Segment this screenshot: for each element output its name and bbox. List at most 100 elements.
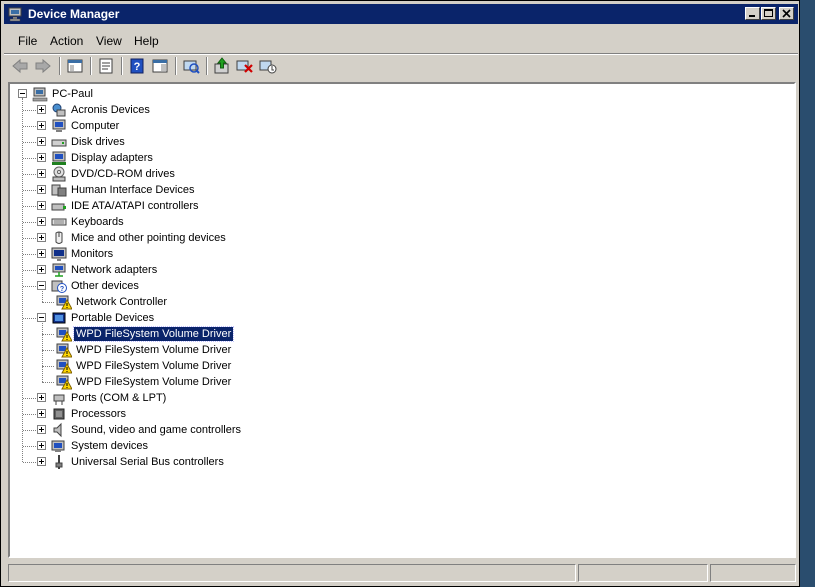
tree-category-label: Acronis Devices bbox=[71, 104, 150, 116]
update-driver-button[interactable] bbox=[212, 56, 232, 76]
toolbar: ? bbox=[4, 54, 798, 80]
processor-icon bbox=[51, 406, 67, 422]
mouse-icon bbox=[51, 230, 67, 246]
expand-toggle[interactable] bbox=[37, 457, 46, 466]
status-bar bbox=[4, 562, 798, 584]
warning-device-icon bbox=[56, 342, 73, 358]
toolbar-divider bbox=[90, 57, 92, 75]
expand-toggle[interactable] bbox=[37, 217, 46, 226]
computer-root-icon bbox=[32, 86, 48, 102]
tree-category-label: Mice and other pointing devices bbox=[71, 232, 226, 244]
tree-category-label: Network adapters bbox=[71, 264, 158, 276]
tree-root-label: PC-Paul bbox=[52, 88, 93, 100]
tree-connector-line bbox=[23, 414, 36, 416]
uninstall-icon bbox=[236, 60, 253, 73]
action-pane-icon bbox=[152, 59, 168, 73]
tree-connector-line bbox=[23, 222, 36, 224]
window-title: Device Manager bbox=[28, 7, 120, 21]
menu-view[interactable]: View bbox=[96, 34, 122, 48]
tree-category-label: Human Interface Devices bbox=[71, 184, 195, 196]
warning-device-icon bbox=[56, 294, 73, 310]
tree-connector-line bbox=[23, 254, 36, 256]
scan-hardware-changes-button[interactable] bbox=[181, 56, 201, 76]
expand-toggle[interactable] bbox=[37, 233, 46, 242]
svg-text:?: ? bbox=[60, 286, 64, 293]
sound-icon bbox=[51, 422, 67, 438]
collapse-toggle[interactable] bbox=[37, 281, 46, 290]
minimize-button[interactable] bbox=[745, 7, 760, 20]
tree-category-label: Portable Devices bbox=[71, 312, 155, 324]
update-driver-icon bbox=[214, 57, 229, 74]
tree-category-label: Computer bbox=[71, 120, 120, 132]
tree-connector-line bbox=[23, 206, 36, 208]
tree-category-label: Ports (COM & LPT) bbox=[71, 392, 167, 404]
menu-action[interactable]: Action bbox=[50, 34, 83, 48]
status-pane-3 bbox=[710, 564, 796, 582]
expand-toggle[interactable] bbox=[37, 409, 46, 418]
expand-toggle[interactable] bbox=[37, 425, 46, 434]
computer-icon bbox=[51, 118, 67, 134]
expand-toggle[interactable] bbox=[37, 153, 46, 162]
menu-file[interactable]: File bbox=[18, 34, 37, 48]
uninstall-device-button[interactable] bbox=[235, 56, 255, 76]
help-icon: ? bbox=[130, 58, 144, 74]
tree-connector-line bbox=[42, 382, 54, 384]
show-hide-console-tree-button[interactable] bbox=[65, 56, 85, 76]
back-arrow-icon bbox=[12, 58, 28, 74]
show-hide-action-pane-button[interactable] bbox=[150, 56, 170, 76]
device-manager-app-icon bbox=[8, 6, 24, 22]
expand-toggle[interactable] bbox=[37, 393, 46, 402]
tree-device-label: WPD FileSystem Volume Driver bbox=[76, 344, 232, 356]
expand-toggle[interactable] bbox=[37, 105, 46, 114]
hid-icon bbox=[51, 182, 67, 198]
tree-connector-line bbox=[23, 174, 36, 176]
collapse-toggle[interactable] bbox=[18, 89, 27, 98]
tree-category-label: DVD/CD-ROM drives bbox=[71, 168, 175, 180]
tree-device-label: WPD FileSystem Volume Driver bbox=[76, 360, 232, 372]
tree-connector-line bbox=[23, 126, 36, 128]
tree-connector-line bbox=[23, 430, 36, 432]
title-bar[interactable]: Device Manager bbox=[4, 4, 798, 24]
menu-bar: File Action View Help bbox=[4, 30, 798, 52]
expand-toggle[interactable] bbox=[37, 121, 46, 130]
tree-connector-line bbox=[23, 446, 36, 448]
back-button[interactable] bbox=[10, 56, 30, 76]
tree-category-label: Processors bbox=[71, 408, 127, 420]
tree-connector-line bbox=[23, 110, 36, 112]
warning-device-icon bbox=[56, 358, 73, 374]
properties-icon bbox=[99, 58, 113, 74]
expand-toggle[interactable] bbox=[37, 249, 46, 258]
expand-toggle[interactable] bbox=[37, 201, 46, 210]
expand-toggle[interactable] bbox=[37, 137, 46, 146]
status-pane-main bbox=[8, 564, 576, 582]
tree-category-label: Monitors bbox=[71, 248, 114, 260]
properties-button[interactable] bbox=[96, 56, 116, 76]
toolbar-divider bbox=[121, 57, 123, 75]
device-tree[interactable]: PC-Paul Acronis Devices Computer Disk drive… bbox=[8, 82, 796, 558]
port-icon bbox=[51, 390, 67, 406]
warning-device-icon bbox=[56, 374, 73, 390]
tree-connector-line bbox=[23, 286, 36, 288]
expand-toggle[interactable] bbox=[37, 169, 46, 178]
maximize-button[interactable] bbox=[761, 7, 776, 20]
tree-category-label: IDE ATA/ATAPI controllers bbox=[71, 200, 199, 212]
usb-icon bbox=[51, 454, 67, 470]
disable-device-button[interactable] bbox=[258, 56, 278, 76]
toolbar-divider bbox=[206, 57, 208, 75]
network-adapter-icon bbox=[51, 262, 67, 278]
help-button[interactable]: ? bbox=[127, 56, 147, 76]
toolbar-divider bbox=[175, 57, 177, 75]
expand-toggle[interactable] bbox=[37, 265, 46, 274]
forward-button[interactable] bbox=[33, 56, 53, 76]
acronis-icon bbox=[51, 102, 67, 118]
expand-toggle[interactable] bbox=[37, 185, 46, 194]
collapse-toggle[interactable] bbox=[37, 313, 46, 322]
keyboard-icon bbox=[51, 214, 67, 230]
expand-toggle[interactable] bbox=[37, 441, 46, 450]
tree-category-label: System devices bbox=[71, 440, 149, 452]
tree-device-label: Network Controller bbox=[76, 296, 168, 308]
menu-help[interactable]: Help bbox=[134, 34, 159, 48]
close-button[interactable] bbox=[779, 7, 794, 20]
portable-devices-icon bbox=[51, 310, 67, 326]
other-devices-icon: ? bbox=[51, 278, 67, 294]
